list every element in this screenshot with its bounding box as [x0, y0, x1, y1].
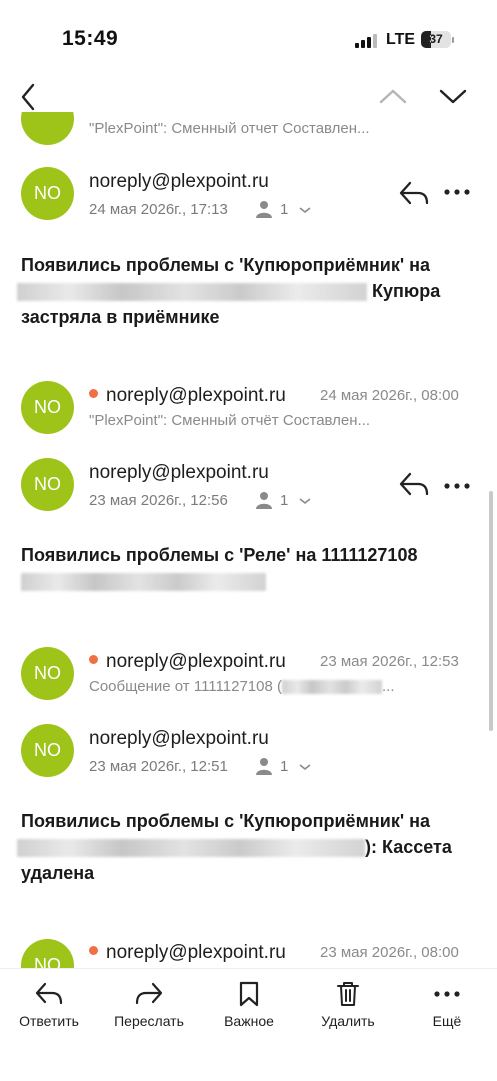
reply-icon[interactable] [398, 180, 430, 206]
message-body: Появились проблемы с 'Реле' на 111112710… [21, 542, 479, 594]
recipients-count[interactable]: 1 [280, 201, 288, 218]
message-body: Появились проблемы с 'Купюроприёмник' на… [17, 252, 479, 330]
avatar: NO [21, 724, 74, 777]
forward-icon [135, 982, 163, 1005]
chevron-down-icon[interactable] [298, 205, 312, 215]
network-label: LTE [386, 31, 416, 48]
redacted-text [281, 680, 382, 695]
more-icon[interactable] [444, 482, 470, 490]
more-label: Ещё [432, 1013, 462, 1029]
sender-email: noreply@plexpoint.ru [89, 385, 286, 407]
message-date: 23 мая 2026г., 12:53 [320, 653, 459, 670]
body-text: Появились проблемы с 'Купюроприёмник' на [21, 811, 430, 831]
message-date: 23 мая 2026г., 12:51 [89, 758, 228, 775]
reply-icon[interactable] [398, 471, 430, 497]
avatar: NO [21, 381, 74, 434]
sender-text: noreply@plexpoint.ru [106, 942, 286, 963]
sender-email: noreply@plexpoint.ru [89, 171, 269, 192]
avatar: NO [21, 458, 74, 511]
back-icon[interactable] [18, 82, 40, 112]
bottom-toolbar: Ответить Переслать Важное Удалить Ещё [0, 968, 497, 1081]
more-button[interactable]: Ещё [402, 981, 492, 1029]
chevron-down-icon[interactable] [298, 762, 312, 772]
battery-icon: 37 [421, 31, 451, 48]
person-icon[interactable] [255, 757, 273, 775]
unread-dot [89, 655, 98, 665]
delete-label: Удалить [321, 1013, 375, 1029]
forward-button[interactable]: Переслать [104, 981, 194, 1029]
delete-button[interactable]: Удалить [303, 981, 393, 1029]
avatar: NO [21, 647, 74, 700]
sender-email: noreply@plexpoint.ru [89, 462, 269, 483]
reply-button[interactable]: Ответить [4, 981, 94, 1029]
avatar: NO [21, 167, 74, 220]
battery-level: 37 [429, 32, 443, 46]
bookmark-icon [239, 981, 259, 1007]
message-date: 24 мая 2026г., 08:00 [320, 387, 459, 404]
person-icon[interactable] [255, 491, 273, 509]
battery-cap [452, 37, 454, 43]
reply-icon [35, 982, 63, 1005]
sender-email: noreply@plexpoint.ru [89, 651, 286, 673]
message-body: Появились проблемы с 'Купюроприёмник' на… [17, 808, 479, 886]
body-text: Появились проблемы с 'Купюроприёмник' на [21, 255, 430, 275]
redacted-text [21, 573, 266, 592]
snippet-tail: ... [381, 678, 395, 695]
message-date: 23 мая 2026г., 12:56 [89, 492, 228, 509]
message-snippet: Сообщение от 1111127108 (... [89, 678, 395, 695]
status-time: 15:49 [62, 27, 119, 50]
important-label: Важное [224, 1013, 274, 1029]
redacted-text [17, 839, 365, 858]
avatar [21, 112, 74, 145]
redacted-text [17, 283, 367, 302]
message-collapsed[interactable]: "PlexPoint": Сменный отчет Составлен... [0, 112, 497, 148]
sender-email: noreply@plexpoint.ru [89, 942, 286, 964]
trash-icon [337, 982, 359, 1006]
snippet-text: Сообщение от 1111127108 ( [89, 678, 282, 695]
sender-email: noreply@plexpoint.ru [89, 728, 269, 749]
chevron-down-icon[interactable] [438, 86, 468, 106]
scrollbar[interactable] [489, 491, 493, 731]
reply-label: Ответить [19, 1013, 79, 1029]
avatar: NO [21, 939, 74, 968]
more-icon[interactable] [444, 188, 470, 196]
more-icon [434, 991, 460, 997]
sender-text: noreply@plexpoint.ru [106, 651, 286, 672]
sender-text: noreply@plexpoint.ru [106, 385, 286, 406]
message-date: 24 мая 2026г., 17:13 [89, 201, 228, 218]
body-text: Появились проблемы с 'Реле' на 111112710… [21, 545, 418, 565]
chevron-up-icon[interactable] [378, 86, 408, 106]
recipients-count[interactable]: 1 [280, 758, 288, 775]
recipients-count[interactable]: 1 [280, 492, 288, 509]
message-snippet: "PlexPoint": Сменный отчет Составлен... [89, 120, 370, 137]
unread-dot [89, 946, 98, 956]
message-snippet: "PlexPoint": Сменный отчёт Составлен... [89, 412, 371, 429]
person-icon[interactable] [255, 200, 273, 218]
signal-icon [355, 34, 377, 48]
unread-dot [89, 389, 98, 399]
message-collapsed[interactable]: NO noreply@plexpoint.ru 23 мая 2026г., 0… [0, 930, 497, 968]
chevron-down-icon[interactable] [298, 496, 312, 506]
forward-label: Переслать [114, 1013, 184, 1029]
message-date: 23 мая 2026г., 08:00 [320, 944, 459, 961]
important-button[interactable]: Важное [204, 981, 294, 1029]
